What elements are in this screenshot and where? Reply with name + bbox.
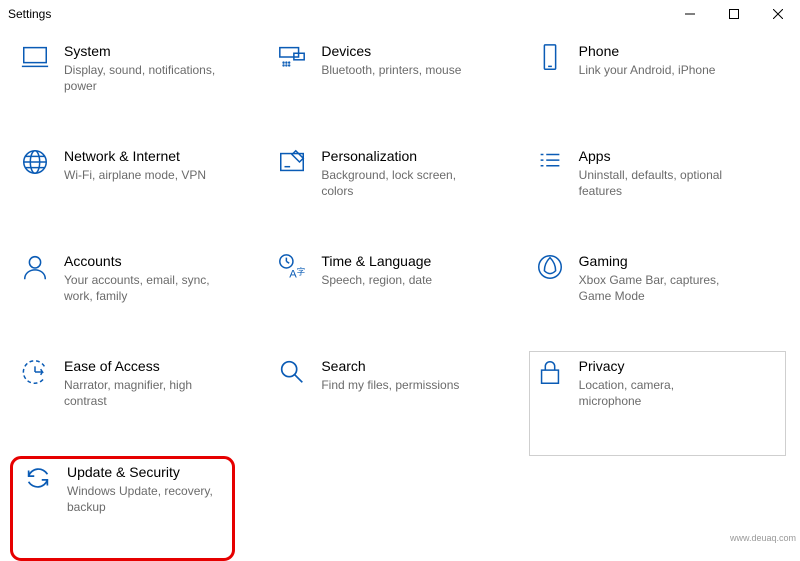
tile-title: System <box>64 42 225 60</box>
tile-system[interactable]: System Display, sound, notifications, po… <box>14 36 271 141</box>
tile-desc: Narrator, magnifier, high contrast <box>64 377 225 409</box>
window-title: Settings <box>8 7 51 21</box>
tile-title: Apps <box>579 147 740 165</box>
tile-desc: Windows Update, recovery, backup <box>67 483 224 515</box>
tile-desc: Your accounts, email, sync, work, family <box>64 272 225 304</box>
maximize-button[interactable] <box>712 0 756 28</box>
ease-of-access-icon <box>20 357 50 387</box>
tile-gaming[interactable]: Gaming Xbox Game Bar, captures, Game Mod… <box>529 246 786 351</box>
tile-title: Update & Security <box>67 463 224 481</box>
tile-desc: Find my files, permissions <box>321 377 459 393</box>
apps-icon <box>535 147 565 177</box>
tile-ease-of-access[interactable]: Ease of Access Narrator, magnifier, high… <box>14 351 271 456</box>
tile-desc: Background, lock screen, colors <box>321 167 482 199</box>
tile-desc: Location, camera, microphone <box>579 377 740 409</box>
tile-title: Ease of Access <box>64 357 225 375</box>
paint-icon <box>277 147 307 177</box>
tile-title: Devices <box>321 42 461 60</box>
tile-title: Gaming <box>579 252 740 270</box>
tile-apps[interactable]: Apps Uninstall, defaults, optional featu… <box>529 141 786 246</box>
tile-accounts[interactable]: Accounts Your accounts, email, sync, wor… <box>14 246 271 351</box>
tile-title: Time & Language <box>321 252 432 270</box>
tile-title: Network & Internet <box>64 147 206 165</box>
tile-search[interactable]: Search Find my files, permissions <box>271 351 528 456</box>
tile-desc: Display, sound, notifications, power <box>64 62 225 94</box>
update-icon <box>23 463 53 493</box>
lock-icon <box>535 357 565 387</box>
globe-icon <box>20 147 50 177</box>
tile-privacy[interactable]: Privacy Location, camera, microphone <box>529 351 786 456</box>
tile-title: Search <box>321 357 459 375</box>
tile-title: Personalization <box>321 147 482 165</box>
settings-grid: System Display, sound, notifications, po… <box>0 28 800 561</box>
close-button[interactable] <box>756 0 800 28</box>
tile-personalization[interactable]: Personalization Background, lock screen,… <box>271 141 528 246</box>
tile-desc: Bluetooth, printers, mouse <box>321 62 461 78</box>
tile-desc: Xbox Game Bar, captures, Game Mode <box>579 272 740 304</box>
system-icon <box>20 42 50 72</box>
minimize-button[interactable] <box>668 0 712 28</box>
tile-title: Accounts <box>64 252 225 270</box>
source-watermark: www.deuaq.com <box>730 533 796 543</box>
tile-network[interactable]: Network & Internet Wi-Fi, airplane mode,… <box>14 141 271 246</box>
person-icon <box>20 252 50 282</box>
svg-text:字: 字 <box>297 267 305 277</box>
window-controls <box>668 0 800 28</box>
titlebar: Settings <box>0 0 800 28</box>
phone-icon <box>535 42 565 72</box>
tile-desc: Speech, region, date <box>321 272 432 288</box>
tile-devices[interactable]: Devices Bluetooth, printers, mouse <box>271 36 528 141</box>
gaming-icon <box>535 252 565 282</box>
time-language-icon: A 字 <box>277 252 307 282</box>
tile-title: Phone <box>579 42 716 60</box>
tile-title: Privacy <box>579 357 740 375</box>
tile-desc: Wi-Fi, airplane mode, VPN <box>64 167 206 183</box>
tile-phone[interactable]: Phone Link your Android, iPhone <box>529 36 786 141</box>
search-icon <box>277 357 307 387</box>
tile-desc: Link your Android, iPhone <box>579 62 716 78</box>
tile-desc: Uninstall, defaults, optional features <box>579 167 740 199</box>
tile-time-language[interactable]: A 字 Time & Language Speech, region, date <box>271 246 528 351</box>
tile-update-security[interactable]: Update & Security Windows Update, recove… <box>10 456 235 561</box>
devices-icon <box>277 42 307 72</box>
